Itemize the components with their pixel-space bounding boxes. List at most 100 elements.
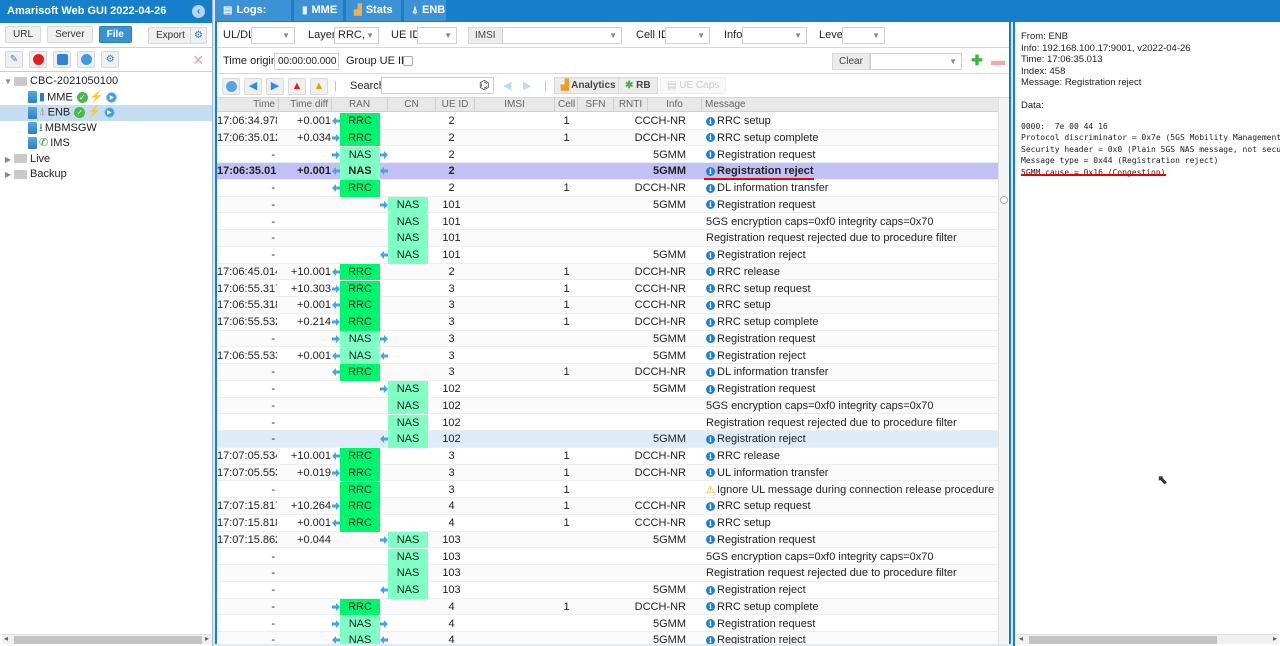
table-row[interactable]: - NAS 101 5GS encryption caps=0xf0 integrit… xyxy=(217,213,999,231)
info-icon[interactable]: i xyxy=(706,250,715,260)
info-icon[interactable]: i xyxy=(706,334,715,344)
table-row[interactable]: - NAS 4 5GMM i Registration reject xyxy=(217,632,999,644)
expand-right-icon[interactable]: ▶ xyxy=(4,167,12,182)
table-row[interactable]: - NAS 102 5GMM i Registration reject xyxy=(217,431,999,448)
table-row[interactable]: - NAS 103 5GMM i Registration reject xyxy=(217,582,999,599)
column-ran[interactable]: RAN xyxy=(332,98,388,112)
table-row[interactable]: 17:06:55.317 +10.303 RRC 3 1 CCCH-NR i RRC setu… xyxy=(217,280,999,298)
info-icon[interactable]: i xyxy=(706,501,715,511)
search-input[interactable] xyxy=(381,77,494,94)
table-row[interactable]: 17:06:55.532 +0.214 RRC 3 1 DCCH-NR i RRC setup… xyxy=(217,314,999,331)
table-row[interactable]: 17:07:05.553 +0.019 RRC 3 1 DCCH-NR i UL inform… xyxy=(217,464,999,482)
table-row[interactable]: - NAS 4 5GMM i Registration request xyxy=(217,615,999,633)
table-row[interactable]: 17:06:35.013 +0.001 NAS 2 5GMM i Registration … xyxy=(217,163,999,180)
layer-select[interactable]: RRC, ▼ xyxy=(334,27,379,44)
imsi-button[interactable]: IMSI xyxy=(468,27,503,44)
pause-icon[interactable] xyxy=(77,51,96,68)
connect-icon[interactable]: ⚙ xyxy=(190,27,207,44)
tree-item-mme[interactable]: ▮ MME ✓ ⚡ ▶ xyxy=(0,90,212,106)
stop-icon[interactable] xyxy=(29,51,48,68)
plug-icon[interactable]: ⚙ xyxy=(101,51,120,68)
table-row[interactable]: - RRC 3 1 ⚠ Ignore UL message during connecti… xyxy=(217,481,999,499)
info-icon[interactable]: i xyxy=(706,300,715,310)
ue-caps-button[interactable]: ▤ UE Caps xyxy=(660,77,727,94)
close-icon[interactable]: ✕ xyxy=(192,52,204,69)
add-filter-icon[interactable]: ✚ xyxy=(968,53,986,70)
table-row[interactable]: 17:07:15.862 +0.044 NAS 103 5GMM i Registratio… xyxy=(217,531,999,549)
cellid-select[interactable]: ▼ xyxy=(665,27,710,44)
info-icon[interactable]: i xyxy=(706,166,715,176)
table-row[interactable]: - NAS 102 Registration request rejected due… xyxy=(217,414,999,432)
analytics-button[interactable]: ▟ Analytics xyxy=(554,77,623,94)
tree-item-live[interactable]: ▶ Live xyxy=(0,152,212,168)
binoculars-icon[interactable]: ⌬ xyxy=(479,78,489,92)
export-button[interactable]: Export xyxy=(148,27,193,44)
tree-item-cbc-2021050100[interactable]: ▼ CBC-2021050100 xyxy=(0,74,212,90)
info-icon[interactable]: i xyxy=(706,384,715,394)
column-cell[interactable]: Cell xyxy=(555,98,578,112)
column-info[interactable]: Info xyxy=(648,98,702,112)
left-horizontal-scrollbar[interactable]: ◂ ▸ xyxy=(2,634,211,644)
table-row[interactable]: 17:07:15.817 +10.264 RRC 4 1 CCCH-NR i RRC setu… xyxy=(217,498,999,515)
tree-item-ims[interactable]: ✆ IMS xyxy=(0,136,212,152)
column-rnti[interactable]: RNTI xyxy=(614,98,648,112)
error-icon[interactable]: ▲ xyxy=(288,78,306,95)
info-icon[interactable]: i xyxy=(706,116,715,126)
filter-preset-select[interactable]: ▼ xyxy=(870,53,962,70)
collapse-panel-icon[interactable]: ‹ xyxy=(192,5,205,18)
info-icon[interactable]: i xyxy=(706,518,715,528)
tab-enb[interactable]: ⍋ ENB xyxy=(404,0,446,21)
remove-filter-icon[interactable]: ▬ xyxy=(989,53,1007,70)
info-icon[interactable]: i xyxy=(706,367,715,377)
tree-item-mbmsgw[interactable]: ⭳ MBMSGW xyxy=(0,121,212,137)
play-icon[interactable]: ▶ xyxy=(106,91,118,103)
column-cn[interactable]: CN xyxy=(388,98,436,112)
info-icon[interactable]: i xyxy=(706,602,715,612)
next-icon[interactable]: ▶ xyxy=(266,78,284,95)
play-icon[interactable]: ▶ xyxy=(103,107,115,118)
search-next-icon[interactable]: ▶ xyxy=(523,79,531,92)
ueid-select[interactable]: ▼ xyxy=(417,27,457,44)
grid-vertical-scrollbar[interactable] xyxy=(998,98,1009,644)
table-row[interactable]: - NAS 3 5GMM i Registration request xyxy=(217,330,999,348)
clock-icon[interactable] xyxy=(222,78,240,95)
group-ueid-checkbox[interactable] xyxy=(403,56,413,66)
time-origin-input[interactable]: 00:00:00.000 xyxy=(274,53,339,70)
expand-down-icon[interactable]: ▼ xyxy=(4,74,12,89)
info-icon[interactable]: i xyxy=(706,585,715,595)
column-imsi[interactable]: IMSI xyxy=(475,98,555,112)
info-icon[interactable]: i xyxy=(706,183,715,193)
table-row[interactable]: 17:06:45.014 +10.001 RRC 2 1 DCCH-NR i RRC rele… xyxy=(217,263,999,281)
refresh-icon[interactable] xyxy=(53,51,72,68)
detail-horizontal-scrollbar[interactable]: ◂ ▸ xyxy=(1017,634,1279,644)
expand-right-icon[interactable]: ▶ xyxy=(4,152,12,167)
info-select[interactable]: ▼ xyxy=(742,27,807,44)
search-previous-icon[interactable]: ◀ xyxy=(503,79,511,92)
table-row[interactable]: - NAS 103 5GS encryption caps=0xf0 integrit… xyxy=(217,548,999,566)
table-row[interactable]: - NAS 102 5GS encryption caps=0xf0 integrit… xyxy=(217,397,999,415)
file-button[interactable]: File xyxy=(98,26,132,43)
url-button[interactable]: URL xyxy=(5,26,42,43)
table-row[interactable]: - NAS 2 5GMM i Registration request xyxy=(217,146,999,164)
table-row[interactable]: - NAS 103 Registration request rejected due… xyxy=(217,565,999,582)
tab-stats[interactable]: ▟ Stats xyxy=(346,0,401,21)
wrench-icon[interactable]: ✎ xyxy=(5,51,23,68)
info-icon[interactable]: i xyxy=(706,200,715,210)
info-icon[interactable]: i xyxy=(706,284,715,294)
table-row[interactable]: - RRC 3 1 DCCH-NR i DL information transfer xyxy=(217,364,999,381)
table-row[interactable]: 17:06:55.533 +0.001 NAS 3 5GMM i Registration … xyxy=(217,347,999,365)
table-row[interactable]: - RRC 4 1 DCCH-NR i RRC setup complete xyxy=(217,598,999,616)
info-icon[interactable]: i xyxy=(706,434,715,444)
tab-logs[interactable]: ▤Logs: 3259 xyxy=(215,0,291,37)
tree-item-backup[interactable]: ▶ Backup xyxy=(0,167,212,183)
warning-icon[interactable]: ▲ xyxy=(310,78,328,95)
table-row[interactable]: - NAS 101 5GMM i Registration request xyxy=(217,196,999,214)
clear-button[interactable]: Clear xyxy=(832,53,870,70)
previous-icon[interactable]: ◀ xyxy=(244,78,262,95)
rb-button[interactable]: ✱ RB xyxy=(618,77,658,94)
imsi-select[interactable]: ▼ xyxy=(502,27,622,44)
tree-item-enb[interactable]: ⍋ ENB ✓ ⚡ ▶ xyxy=(0,105,212,121)
info-icon[interactable]: i xyxy=(706,468,715,478)
info-icon[interactable]: i xyxy=(706,619,715,629)
info-icon[interactable]: i xyxy=(706,317,715,327)
